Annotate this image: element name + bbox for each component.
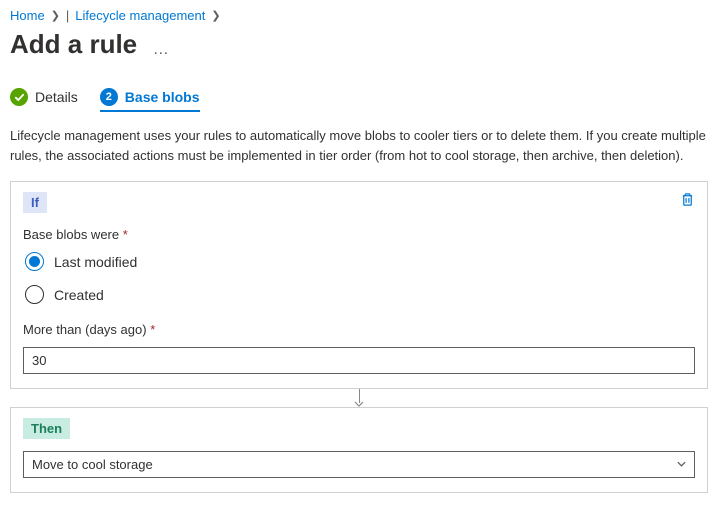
step-number-icon: 2 xyxy=(100,88,118,106)
description-text: Lifecycle management uses your rules to … xyxy=(10,126,708,165)
radio-label: Created xyxy=(54,287,104,303)
step-details[interactable]: Details xyxy=(10,88,78,112)
base-blobs-radio-group: Last modified Created xyxy=(25,252,695,304)
days-ago-input[interactable] xyxy=(23,347,695,374)
chevron-right-icon: ❯ xyxy=(211,9,220,22)
if-card: If Base blobs were * Last modified Creat… xyxy=(10,181,708,389)
step-label-details: Details xyxy=(35,89,78,105)
more-icon[interactable]: … xyxy=(153,41,169,58)
action-select[interactable]: Move to cool storage xyxy=(23,451,695,478)
step-label-base-blobs: Base blobs xyxy=(125,89,200,105)
radio-last-modified[interactable]: Last modified xyxy=(25,252,695,271)
step-base-blobs[interactable]: 2 Base blobs xyxy=(100,88,200,112)
then-tag: Then xyxy=(23,418,70,439)
page-title: Add a rule xyxy=(10,29,137,60)
separator-pipe: | xyxy=(66,8,69,23)
breadcrumb-lifecycle[interactable]: Lifecycle management xyxy=(75,8,205,23)
wizard-steps: Details 2 Base blobs xyxy=(10,88,708,112)
check-circle-icon xyxy=(10,88,28,106)
if-tag: If xyxy=(23,192,47,213)
action-select-value: Move to cool storage xyxy=(32,457,153,472)
radio-icon xyxy=(25,252,44,271)
then-card: Then Move to cool storage xyxy=(10,407,708,493)
flow-arrow-icon xyxy=(10,389,708,407)
days-ago-label: More than (days ago) * xyxy=(23,322,695,337)
breadcrumb-home[interactable]: Home xyxy=(10,8,45,23)
chevron-right-icon: ❯ xyxy=(51,9,60,22)
radio-created[interactable]: Created xyxy=(25,285,695,304)
base-blobs-label: Base blobs were * xyxy=(23,227,695,242)
radio-label: Last modified xyxy=(54,254,137,270)
breadcrumb: Home ❯ | Lifecycle management ❯ xyxy=(10,8,708,23)
delete-icon[interactable] xyxy=(680,192,695,210)
radio-icon xyxy=(25,285,44,304)
